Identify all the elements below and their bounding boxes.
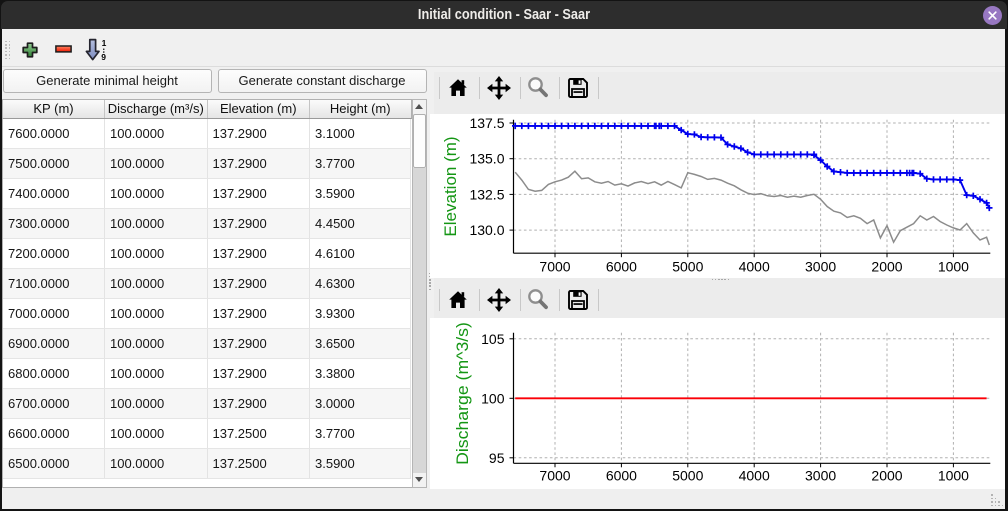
svg-text:2000: 2000	[871, 259, 902, 275]
svg-text:95: 95	[489, 450, 505, 466]
svg-text:135.0: 135.0	[469, 151, 504, 167]
svg-text:3000: 3000	[805, 468, 836, 484]
svg-text:105: 105	[481, 331, 505, 347]
svg-text:7000: 7000	[539, 468, 570, 484]
svg-text:130.0: 130.0	[469, 222, 504, 238]
svg-text:100: 100	[481, 390, 505, 406]
svg-text:1000: 1000	[938, 259, 969, 275]
svg-text:137.5: 137.5	[469, 115, 504, 131]
svg-text:1000: 1000	[938, 468, 969, 484]
svg-text:4000: 4000	[739, 259, 770, 275]
svg-text:1: 1	[102, 38, 107, 48]
svg-text:5000: 5000	[672, 468, 703, 484]
svg-text:3000: 3000	[805, 259, 836, 275]
svg-text:Elevation (m): Elevation (m)	[441, 136, 460, 236]
svg-text:Discharge (m^3/s): Discharge (m^3/s)	[452, 322, 472, 465]
svg-text:4000: 4000	[739, 468, 770, 484]
svg-text:2000: 2000	[871, 468, 902, 484]
svg-text:7000: 7000	[539, 259, 570, 275]
svg-text:9: 9	[101, 52, 106, 62]
svg-text:5000: 5000	[672, 259, 703, 275]
svg-text:6000: 6000	[606, 259, 637, 275]
svg-text:132.5: 132.5	[469, 186, 504, 202]
svg-text:6000: 6000	[606, 468, 637, 484]
